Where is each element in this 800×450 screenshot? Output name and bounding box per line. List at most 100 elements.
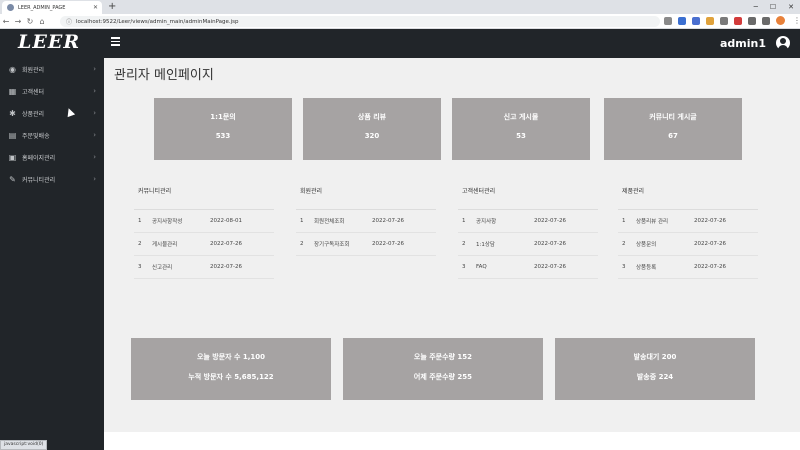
- sidebar-item-community[interactable]: ✎ 커뮤니티관리 ›: [0, 168, 104, 190]
- url-field[interactable]: ⓘ localhost:9522/Leer/views/admin_main/a…: [60, 16, 660, 27]
- hamburger-menu-icon[interactable]: [111, 37, 120, 48]
- sidebar-item-label: 홈페이지관리: [22, 154, 56, 162]
- extensions-area: ⋮: [664, 16, 800, 25]
- image-icon: ▣: [8, 152, 17, 162]
- row-date: 2022-07-26: [372, 241, 404, 247]
- card-label: 신고 게시물: [503, 113, 539, 121]
- footer: [104, 432, 800, 450]
- info-icon[interactable]: ⓘ: [66, 17, 72, 26]
- sidebar-item-label: 회원관리: [22, 66, 45, 74]
- window-controls: ─ ☐ ✕: [754, 1, 794, 13]
- table-row[interactable]: 3 상품등록 2022-07-26: [618, 256, 758, 279]
- row-link[interactable]: 공지사항: [474, 217, 534, 225]
- row-link[interactable]: 상품문의: [634, 240, 694, 248]
- forward-icon[interactable]: →: [12, 17, 24, 26]
- section-title: 고객센터관리: [462, 188, 496, 195]
- row-number: 2: [622, 241, 626, 247]
- card-label: 1:1문의: [210, 113, 236, 121]
- share-icon[interactable]: [664, 16, 672, 25]
- app-header: LEER admin1: [0, 29, 800, 58]
- table-row[interactable]: 1 공지사항작성 2022-08-01: [134, 210, 274, 233]
- back-icon[interactable]: ←: [0, 17, 12, 26]
- sidebar-item-homepage[interactable]: ▣ 홈페이지관리 ›: [0, 146, 104, 168]
- table-row[interactable]: 2 장기구독자조회 2022-07-26: [296, 233, 436, 256]
- list-icon: ▤: [8, 130, 17, 140]
- table-row[interactable]: 3 신고관리 2022-07-26: [134, 256, 274, 279]
- row-link[interactable]: 상품등록: [634, 263, 694, 271]
- report-card[interactable]: 신고 게시물 53: [452, 98, 590, 160]
- row-link[interactable]: 게시물관리: [150, 240, 210, 248]
- sidebar-item-label: 상품관리: [22, 110, 45, 118]
- section-title: 제품관리: [622, 188, 645, 195]
- table-icon: ▦: [8, 86, 17, 96]
- row-link[interactable]: 장기구독자조회: [312, 240, 372, 248]
- table-row[interactable]: 1 회원전체조회 2022-07-26: [296, 210, 436, 233]
- user-avatar-icon[interactable]: [776, 36, 790, 50]
- sidebar-item-label: 주문및배송: [22, 132, 50, 140]
- inquiry-card[interactable]: 1:1문의 533: [154, 98, 292, 160]
- chevron-right-icon: ›: [93, 175, 96, 183]
- row-number: 3: [622, 264, 626, 270]
- extension-icon[interactable]: [734, 16, 742, 25]
- shipping-stat: 발송대기 200 발송중 224: [555, 338, 755, 400]
- community-section: 커뮤니티관리 1 공지사항작성 2022-08-01 2 게시물관리 2022-…: [134, 186, 274, 279]
- sidepanel-icon[interactable]: [762, 16, 770, 25]
- section-title: 커뮤니티관리: [138, 188, 172, 195]
- row-date: 2022-07-26: [534, 218, 566, 224]
- close-tab-icon[interactable]: ✕: [93, 4, 98, 11]
- new-tab-button[interactable]: +: [108, 1, 116, 13]
- row-link[interactable]: FAQ: [474, 264, 534, 270]
- bookmark-star-icon[interactable]: [678, 16, 686, 25]
- table-row[interactable]: 1 공지사항 2022-07-26: [458, 210, 598, 233]
- sidebar: ◉ 회원관리 › ▦ 고객센터 › ✱ 상품관리 › ▤ 주문및배송 › ▣ 홈…: [0, 58, 104, 450]
- table-row[interactable]: 2 게시물관리 2022-07-26: [134, 233, 274, 256]
- page-title: 관리자 메인페이지: [114, 68, 214, 83]
- row-number: 1: [300, 218, 304, 224]
- card-value: 533: [215, 132, 231, 140]
- table-row[interactable]: 1 상품리뷰 관리 2022-07-26: [618, 210, 758, 233]
- community-card[interactable]: 커뮤니티 게시글 67: [604, 98, 742, 160]
- table-row[interactable]: 2 상품문의 2022-07-26: [618, 233, 758, 256]
- home-icon[interactable]: ⌂: [36, 17, 48, 26]
- visitors-stat: 오늘 방문자 수 1,100 누적 방문자 수 5,685,122: [131, 338, 331, 400]
- extension-icon[interactable]: [720, 16, 728, 25]
- row-link[interactable]: 1:1상담: [474, 240, 534, 248]
- minimize-icon[interactable]: ─: [754, 1, 758, 13]
- row-link[interactable]: 상품리뷰 관리: [634, 217, 694, 225]
- puzzle-icon[interactable]: [748, 16, 756, 25]
- maximize-icon[interactable]: ☐: [770, 1, 776, 13]
- browser-tab[interactable]: LEER_ADMIN_PAGE ✕: [2, 1, 102, 14]
- card-value: 320: [364, 132, 380, 140]
- profile-avatar-icon[interactable]: [776, 16, 785, 25]
- row-link[interactable]: 신고관리: [150, 263, 210, 271]
- table-row[interactable]: 3 FAQ 2022-07-26: [458, 256, 598, 279]
- row-date: 2022-07-26: [534, 264, 566, 270]
- table-row[interactable]: 2 1:1상담 2022-07-26: [458, 233, 598, 256]
- sidebar-item-customer-center[interactable]: ▦ 고객센터 ›: [0, 80, 104, 102]
- user-name: admin1: [719, 37, 766, 50]
- stat-line: 어제 주문수량 255: [413, 373, 473, 381]
- sidebar-item-label: 커뮤니티관리: [22, 176, 56, 184]
- stat-line: 누적 방문자 수 5,685,122: [188, 373, 274, 381]
- card-label: 상품 리뷰: [357, 113, 387, 121]
- card-value: 53: [516, 132, 526, 140]
- row-number: 1: [138, 218, 142, 224]
- card-label: 커뮤니티 게시글: [649, 113, 697, 121]
- sidebar-item-label: 고객센터: [22, 88, 45, 96]
- user-circle-icon: ◉: [9, 64, 16, 74]
- sidebar-item-products[interactable]: ✱ 상품관리 ›: [0, 102, 104, 124]
- review-card[interactable]: 상품 리뷰 320: [303, 98, 441, 160]
- extension-icon[interactable]: [706, 16, 714, 25]
- row-link[interactable]: 공지사항작성: [150, 217, 210, 225]
- chevron-right-icon: ›: [93, 65, 96, 73]
- sidebar-item-members[interactable]: ◉ 회원관리 ›: [0, 58, 104, 80]
- reload-icon[interactable]: ↻: [24, 17, 36, 26]
- stat-line: 발송중 224: [636, 373, 674, 381]
- menu-dots-icon[interactable]: ⋮: [791, 16, 800, 25]
- extension-icon[interactable]: [692, 16, 700, 25]
- logo[interactable]: LEER: [18, 31, 80, 53]
- row-link[interactable]: 회원전체조회: [312, 217, 372, 225]
- sidebar-item-orders[interactable]: ▤ 주문및배송 ›: [0, 124, 104, 146]
- close-window-icon[interactable]: ✕: [788, 1, 794, 13]
- row-date: 2022-07-26: [694, 218, 726, 224]
